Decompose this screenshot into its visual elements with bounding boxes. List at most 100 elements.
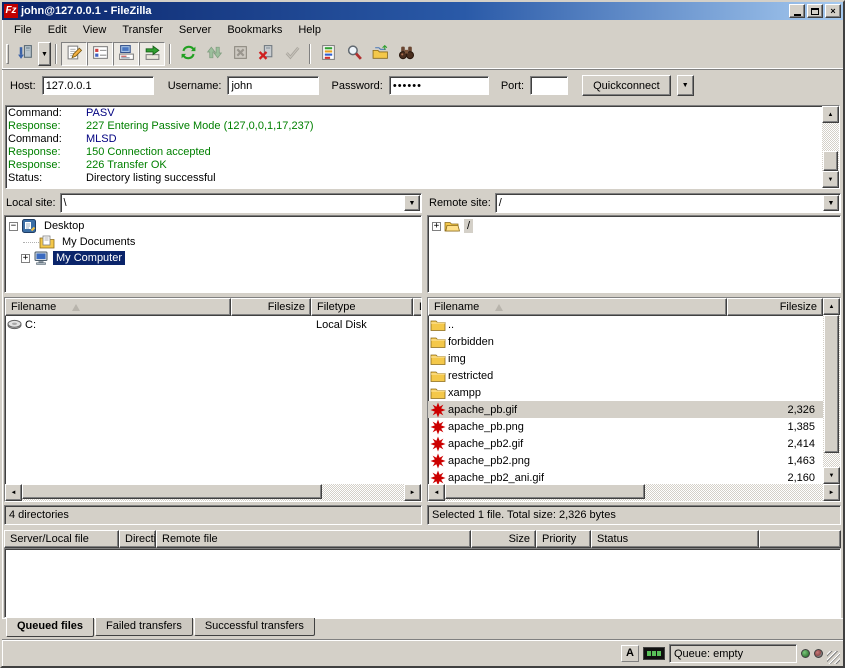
- local-site-combo[interactable]: \ ▼: [60, 193, 422, 213]
- port-input[interactable]: [530, 76, 568, 95]
- synchronized-browsing-button[interactable]: [393, 42, 419, 66]
- tree-item-my-documents[interactable]: My Documents: [5, 234, 421, 250]
- resize-grip[interactable]: [827, 651, 840, 664]
- remote-file-row[interactable]: apache_pb2.png1,463: [428, 452, 823, 469]
- local-file-row[interactable]: C: Local Disk: [5, 316, 421, 333]
- remote-file-row[interactable]: apache_pb2_ani.gif2,160: [428, 469, 823, 484]
- tab-queued-files[interactable]: Queued files: [6, 618, 94, 637]
- scrollbar-thumb[interactable]: [22, 484, 322, 499]
- remote-file-row[interactable]: img: [428, 350, 823, 367]
- scrollbar-thumb[interactable]: [824, 315, 839, 453]
- menu-file[interactable]: File: [6, 22, 40, 38]
- scroll-right-button[interactable]: ►: [404, 484, 421, 501]
- remote-file-row[interactable]: apache_pb.png1,385: [428, 418, 823, 435]
- column-header-direction[interactable]: Directi...: [119, 530, 156, 548]
- column-header-filesize[interactable]: Filesize: [231, 298, 311, 316]
- log-vertical-scrollbar[interactable]: ▲ ▼: [822, 106, 839, 188]
- speed-limit-indicator-icon[interactable]: [643, 647, 665, 660]
- menu-view[interactable]: View: [75, 22, 115, 38]
- site-manager-dropdown[interactable]: ▼: [38, 42, 51, 66]
- cancel-operation-button[interactable]: [227, 42, 253, 66]
- message-log[interactable]: Command:PASV Response:227 Entering Passi…: [5, 105, 840, 189]
- scrollbar-thumb[interactable]: [445, 484, 645, 499]
- remote-file-row[interactable]: xampp: [428, 384, 823, 401]
- scroll-left-button[interactable]: ◄: [5, 484, 22, 501]
- recheck-connection-button[interactable]: [279, 42, 305, 66]
- remote-file-row[interactable]: ..: [428, 316, 823, 333]
- file-search-button[interactable]: [341, 42, 367, 66]
- column-header-filename[interactable]: Filename: [5, 298, 231, 316]
- column-header-priority[interactable]: Priority: [536, 530, 591, 548]
- column-header-size[interactable]: Size: [471, 530, 536, 548]
- sort-ascending-icon: [72, 304, 80, 311]
- chevron-down-icon[interactable]: ▼: [823, 195, 839, 211]
- scroll-down-button[interactable]: ▼: [823, 467, 840, 484]
- directory-comparison-button[interactable]: [367, 42, 393, 66]
- file-name: apache_pb.gif: [448, 404, 727, 416]
- remote-tree[interactable]: + /: [427, 215, 841, 293]
- maximize-button[interactable]: [807, 4, 823, 18]
- host-input[interactable]: [42, 76, 154, 95]
- toggle-message-log-button[interactable]: [61, 42, 87, 66]
- toggle-local-tree-button[interactable]: [87, 42, 113, 66]
- folder-icon: [430, 368, 446, 384]
- my-documents-icon: [39, 234, 55, 250]
- column-header-last-modified[interactable]: L: [413, 298, 421, 316]
- local-tree[interactable]: − Desktop My Documents + My Computer: [4, 215, 422, 293]
- title-bar[interactable]: Fz john@127.0.0.1 - FileZilla ×: [2, 2, 843, 20]
- scroll-up-button[interactable]: ▲: [823, 298, 840, 315]
- tree-item-my-computer[interactable]: + My Computer: [5, 250, 421, 266]
- tab-successful-transfers[interactable]: Successful transfers: [194, 618, 315, 636]
- remote-file-row[interactable]: restricted: [428, 367, 823, 384]
- toggle-transfer-queue-button[interactable]: [139, 42, 165, 66]
- column-header-remote-file[interactable]: Remote file: [156, 530, 471, 548]
- tree-item-root[interactable]: + /: [428, 218, 840, 234]
- menu-transfer[interactable]: Transfer: [114, 22, 171, 38]
- scroll-right-button[interactable]: ►: [823, 484, 840, 501]
- password-input[interactable]: [389, 76, 489, 95]
- queue-tabs: Queued files Failed transfers Successful…: [2, 618, 843, 640]
- log-text: 150 Connection accepted: [86, 146, 211, 159]
- column-header-filename[interactable]: Filename: [428, 298, 727, 316]
- collapse-icon[interactable]: −: [9, 222, 18, 231]
- scroll-up-button[interactable]: ▲: [822, 106, 839, 123]
- scroll-left-button[interactable]: ◄: [428, 484, 445, 501]
- column-header-filetype[interactable]: Filetype: [311, 298, 413, 316]
- remote-file-row[interactable]: forbidden: [428, 333, 823, 350]
- quickconnect-dropdown[interactable]: ▼: [677, 75, 694, 96]
- quickconnect-button[interactable]: Quickconnect: [582, 75, 671, 96]
- expand-icon[interactable]: +: [432, 222, 441, 231]
- remote-file-row-selected[interactable]: apache_pb.gif2,326: [428, 401, 823, 418]
- site-manager-button[interactable]: [12, 42, 38, 66]
- menu-server[interactable]: Server: [171, 22, 219, 38]
- remote-vertical-scrollbar[interactable]: ▲ ▼: [823, 298, 840, 484]
- username-input[interactable]: [227, 76, 319, 95]
- local-horizontal-scrollbar[interactable]: ◄ ►: [5, 484, 421, 501]
- refresh-button[interactable]: [175, 42, 201, 66]
- close-button[interactable]: ×: [825, 4, 841, 18]
- minimize-button[interactable]: [789, 4, 805, 18]
- scrollbar-thumb[interactable]: [823, 151, 838, 171]
- expand-icon[interactable]: +: [21, 254, 30, 263]
- remote-file-row[interactable]: apache_pb2.gif2,414: [428, 435, 823, 452]
- toggle-remote-tree-button[interactable]: [113, 42, 139, 66]
- tab-failed-transfers[interactable]: Failed transfers: [95, 618, 193, 636]
- scroll-down-button[interactable]: ▼: [822, 171, 839, 188]
- column-header-status[interactable]: Status: [591, 530, 759, 548]
- transfer-type-indicator[interactable]: A: [621, 645, 639, 662]
- chevron-down-icon[interactable]: ▼: [404, 195, 420, 211]
- remote-horizontal-scrollbar[interactable]: ◄ ►: [428, 484, 840, 501]
- queue-body[interactable]: [4, 548, 841, 618]
- remote-site-combo[interactable]: / ▼: [495, 193, 841, 213]
- toolbar-grip[interactable]: [6, 44, 9, 64]
- disconnect-button[interactable]: [253, 42, 279, 66]
- filter-button[interactable]: [315, 42, 341, 66]
- tree-item-desktop[interactable]: − Desktop: [5, 218, 421, 234]
- menu-help[interactable]: Help: [290, 22, 329, 38]
- menu-bookmarks[interactable]: Bookmarks: [219, 22, 290, 38]
- column-header-server-local-file[interactable]: Server/Local file: [4, 530, 119, 548]
- process-queue-button[interactable]: [201, 42, 227, 66]
- queue-headers: Server/Local file Directi... Remote file…: [4, 530, 841, 548]
- menu-edit[interactable]: Edit: [40, 22, 75, 38]
- column-header-filesize[interactable]: Filesize: [727, 298, 823, 316]
